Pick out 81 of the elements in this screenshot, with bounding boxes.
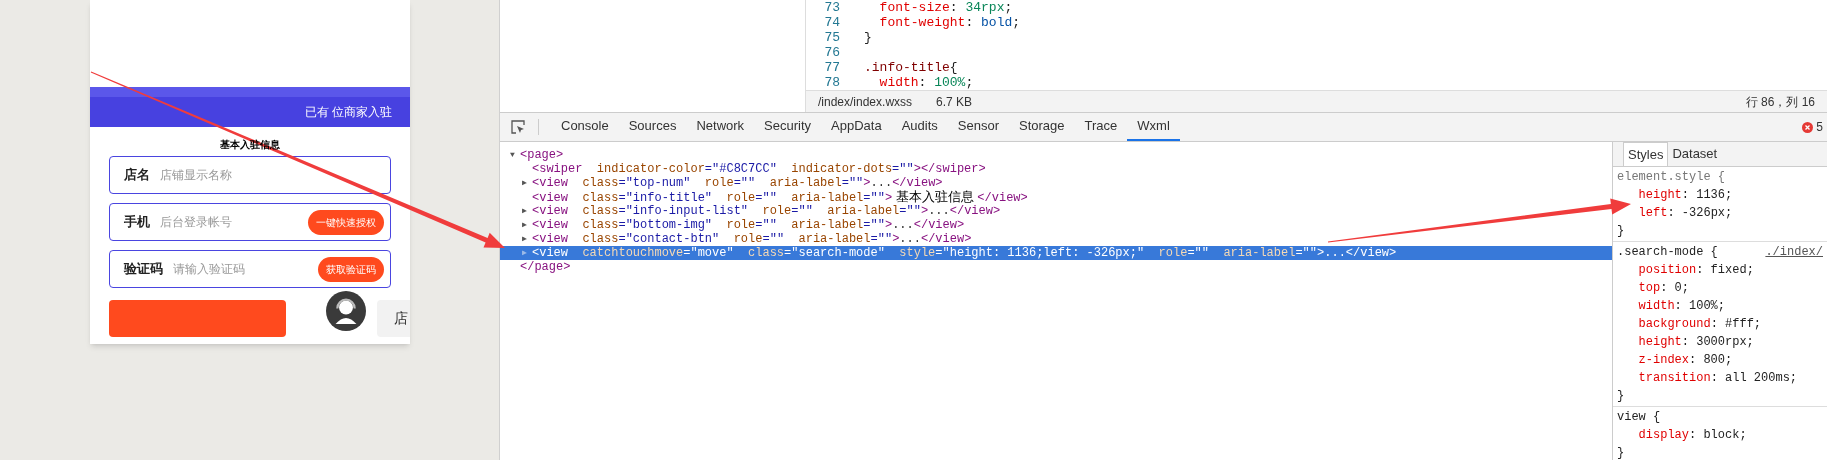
rule-selector: view { [1617, 409, 1661, 426]
line-number: 77 [823, 60, 841, 75]
field-label: 验证码 [124, 260, 163, 279]
line-number: 76 [823, 45, 841, 60]
line-number: 73 [823, 0, 841, 15]
field-label: 店名 [124, 166, 150, 185]
devtools-tab[interactable]: Sensor [947, 113, 1009, 141]
element-code: <view class="info-input-list" role="" aria-label="">...</view> [532, 203, 1001, 219]
support-agent-icon[interactable] [326, 291, 366, 331]
tree-row[interactable]: <view class="info-title" role="" aria-label=""> 基本入驻信息 </view> [500, 190, 1612, 204]
expand-arrow[interactable]: ▶ [522, 219, 527, 231]
expand-arrow[interactable]: ▶ [522, 205, 527, 217]
rule-selector: .search-mode { [1617, 244, 1718, 261]
expand-arrow[interactable]: ▶ [522, 233, 527, 245]
field-placeholder: 请输入验证码 [173, 261, 246, 278]
tree-row[interactable]: </page> [500, 260, 1612, 274]
element-code: <page> [520, 147, 564, 163]
source-link[interactable]: ./index/ [1765, 243, 1823, 261]
tree-row[interactable]: ▶ <view class="contact-btn" role="" aria-label="">...</view> [500, 232, 1612, 246]
expand-arrow[interactable]: ▶ [522, 177, 527, 189]
tree-row[interactable]: ▶ <view class="top-num" role="" aria-label="">...</view> [500, 176, 1612, 190]
merchant-count-text: 已有 位商家入驻 [304, 104, 392, 121]
devtools-tab[interactable]: Trace [1074, 113, 1128, 141]
style-declaration[interactable]: position: fixed; [1617, 261, 1754, 279]
devtools-tab[interactable]: Wxml [1127, 113, 1180, 141]
code-line: .info-title{ [864, 60, 958, 75]
side-tab[interactable]: Dataset [1668, 142, 1722, 166]
tree-row[interactable]: ▶ <view class="info-input-list" role="" aria-label="">...</view> [500, 204, 1612, 218]
style-declaration[interactable]: z-index: 800; [1617, 351, 1733, 369]
rule-selector: element.style { [1617, 169, 1726, 186]
field-placeholder: 店铺显示名称 [160, 167, 233, 184]
file-size: 6.7 KB [936, 93, 973, 111]
inspect-icon[interactable] [510, 119, 526, 135]
style-declaration[interactable]: height: 1136; [1617, 186, 1733, 204]
field-placeholder: 后台登录帐号 [160, 214, 233, 231]
tree-row[interactable]: ▼ <page> [500, 148, 1612, 162]
form-field[interactable]: 手机 后台登录帐号 一键快速授权 [109, 203, 391, 241]
line-number: 74 [823, 15, 841, 30]
line-number: 78 [823, 75, 841, 90]
devtools-tab[interactable]: Network [686, 113, 755, 141]
element-code: <view class="bottom-img" role="" aria-label="">...</view> [532, 217, 965, 233]
field-label: 手机 [124, 213, 150, 232]
code-line: width: 100%; [878, 75, 974, 90]
tree-row[interactable]: <swiper indicator-color="#C8C7CC" indicator-dots=""></swiper> [500, 162, 1612, 176]
element-code: <view class="top-num" role="" aria-label="">...</view> [532, 175, 943, 190]
style-declaration[interactable]: top: 0; [1617, 279, 1690, 297]
element-code: <view class="info-title" role="" aria-label=""> 基本入驻信息 </view> [532, 189, 1028, 205]
code-line: font-size: 34rpx; [878, 0, 1013, 15]
code-line: } [864, 30, 872, 45]
devtools-tab[interactable]: Audits [891, 113, 948, 141]
error-icon [1802, 121, 1814, 133]
form-field[interactable]: 验证码 请输入验证码 获取验证码 [109, 250, 391, 288]
style-declaration: } [1617, 388, 1625, 405]
style-declaration[interactable]: display: block; [1617, 426, 1747, 444]
style-declaration[interactable]: transition: all 200ms; [1617, 369, 1798, 387]
style-declaration[interactable]: background: #fff; [1617, 315, 1762, 333]
side-tab[interactable]: Styles [1623, 142, 1669, 166]
error-count[interactable]: 5 [1816, 118, 1823, 136]
secondary-button[interactable]: 店 [377, 300, 410, 337]
tree-row[interactable]: ▶ <view catchtouchmove="move" class="search-mode" style="height: 1136;left: -326px;" role="" aria-label="">...</view> [500, 246, 1612, 260]
element-code: </page> [520, 259, 571, 276]
line-number: 75 [823, 30, 841, 45]
tree-row[interactable]: ▶ <view class="bottom-img" role="" aria-label="">...</view> [500, 218, 1612, 232]
file-path: /index/index.wxss [818, 93, 913, 111]
element-code: <view class="contact-btn" role="" aria-label="">...</view> [532, 231, 972, 247]
devtools-tab[interactable]: Security [754, 113, 822, 141]
form-field[interactable]: 店名 店铺显示名称 [109, 156, 391, 194]
style-declaration: } [1617, 445, 1625, 460]
cursor-position: 行 86，列 16 [1745, 93, 1815, 111]
devtools-tab[interactable]: AppData [821, 113, 892, 141]
code-line: font-weight: bold; [878, 15, 1021, 30]
element-code: <swiper indicator-color="#C8C7CC" indicator-dots=""></swiper> [532, 161, 986, 177]
devtools-tab[interactable]: Sources [618, 113, 687, 141]
devtools-tab[interactable]: Console [551, 113, 619, 141]
expand-arrow[interactable]: ▼ [510, 149, 515, 161]
element-code: <view catchtouchmove="move" class="search-mode" style="height: 1136;left: -326px;" role="" aria-label="">...</view> [532, 245, 1397, 261]
style-declaration[interactable]: width: 100%; [1617, 297, 1726, 315]
style-declaration: } [1617, 223, 1625, 240]
devtools-tab[interactable]: Storage [1009, 113, 1075, 141]
style-declaration[interactable]: height: 3000rpx; [1617, 333, 1754, 351]
style-declaration[interactable]: left: -326px; [1617, 204, 1733, 222]
